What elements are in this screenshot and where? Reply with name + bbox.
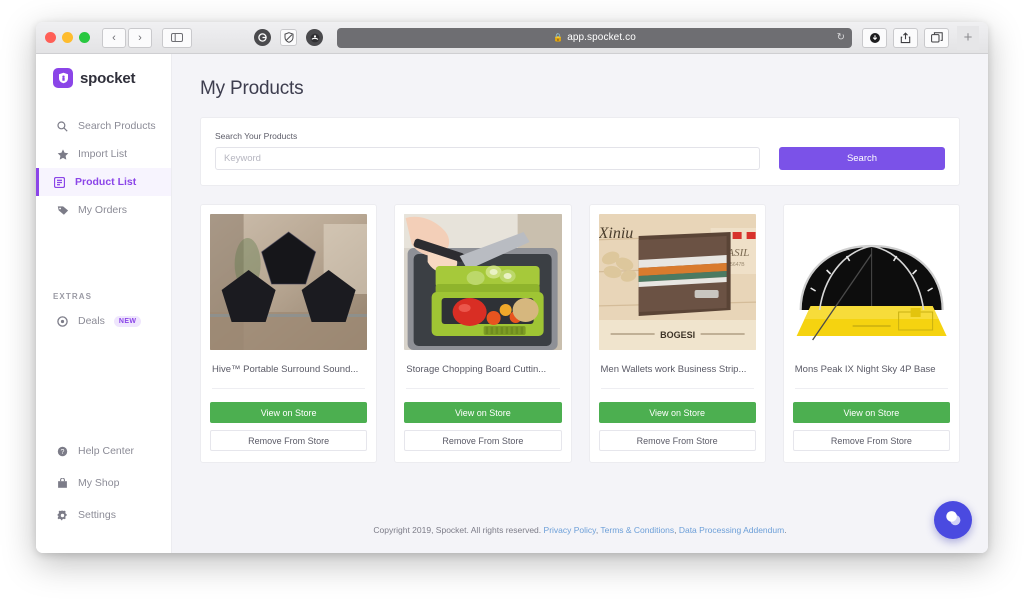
sidebar-item-label: Help Center	[78, 445, 135, 457]
address-bar[interactable]: 🔒 app.spocket.co ↻	[337, 27, 852, 48]
toolbar-right-icons: +	[862, 25, 979, 50]
view-on-store-button[interactable]: View on Store	[792, 402, 950, 423]
window-controls	[45, 32, 90, 43]
search-row: Search	[215, 147, 945, 170]
spocket-logo-icon	[53, 68, 73, 88]
sidebar-item-label: Import List	[78, 148, 128, 160]
url-text-group: 🔒 app.spocket.co	[553, 32, 636, 43]
list-icon	[53, 176, 66, 188]
navigation-buttons: ‹ ›	[102, 27, 152, 48]
view-on-store-button[interactable]: View on Store	[404, 402, 562, 423]
browser-window: ‹ › 🔒 app.spocket.co ↻ + spocket Search …	[36, 22, 988, 553]
sidebar-nav: Search Products Import List Product List	[36, 112, 171, 224]
maximize-window-button[interactable]	[79, 32, 90, 43]
product-card[interactable]: Hive™ Portable Surround Sound... View on…	[200, 204, 378, 463]
star-icon	[56, 148, 69, 160]
lock-icon: 🔒	[553, 33, 564, 42]
share-icon[interactable]	[893, 27, 918, 48]
product-grid: Hive™ Portable Surround Sound... View on…	[200, 204, 960, 463]
footer-period: .	[784, 525, 787, 535]
sidebar: spocket Search Products Import List Prod…	[36, 54, 172, 553]
sidebar-bottom-nav: ? Help Center My Shop Settings	[36, 437, 171, 553]
sidebar-item-help-center[interactable]: ? Help Center	[36, 437, 171, 465]
remove-from-store-button[interactable]: Remove From Store	[404, 430, 562, 451]
product-image-brown-striped-wallet: RASIL B 75647B Xiniu BOGESI	[598, 214, 756, 350]
main-content: My Products Search Your Products Search	[172, 54, 988, 553]
gear-icon	[56, 510, 69, 521]
brand-name: spocket	[80, 69, 136, 87]
svg-text:?: ?	[61, 449, 65, 456]
product-image-green-chopping-board-sink	[404, 214, 562, 350]
svg-text:Xiniu: Xiniu	[599, 225, 633, 242]
back-icon[interactable]: ‹	[102, 27, 126, 48]
search-panel: Search Your Products Search	[200, 117, 960, 186]
product-title: Storage Chopping Board Cuttin...	[406, 364, 560, 389]
chat-widget-button[interactable]	[934, 501, 972, 539]
data-processing-addendum-link[interactable]: Data Processing Addendum	[679, 525, 784, 535]
svg-text:BOGESI: BOGESI	[660, 330, 695, 340]
forward-icon[interactable]: ›	[128, 27, 152, 48]
tag-icon	[56, 205, 69, 216]
product-title: Hive™ Portable Surround Sound...	[212, 364, 366, 389]
deals-icon	[56, 315, 69, 327]
page-title: My Products	[200, 78, 304, 99]
remove-from-store-button[interactable]: Remove From Store	[210, 430, 368, 451]
product-title: Men Wallets work Business Strip...	[600, 364, 754, 389]
help-circle-icon: ?	[56, 446, 69, 457]
chat-bubbles-icon	[943, 508, 963, 533]
shield-privacy-icon[interactable]	[280, 29, 297, 46]
product-title: Mons Peak IX Night Sky 4P Base	[794, 364, 948, 389]
sidebar-item-label: My Orders	[78, 204, 128, 216]
extension-dark-icon[interactable]	[306, 29, 323, 46]
terms-conditions-link[interactable]: Terms & Conditions	[600, 525, 674, 535]
tabs-icon[interactable]	[924, 27, 949, 48]
url-text: app.spocket.co	[567, 32, 636, 43]
reload-icon[interactable]: ↻	[837, 32, 845, 43]
sidebar-item-label: Search Products	[78, 120, 156, 132]
sidebar-item-label: Deals	[78, 315, 105, 327]
search-input[interactable]	[215, 147, 760, 170]
downloads-icon[interactable]	[862, 27, 887, 48]
copyright-text: Copyright 2019, Spocket. All rights rese…	[373, 525, 542, 535]
brand-logo[interactable]: spocket	[36, 68, 171, 88]
view-on-store-button[interactable]: View on Store	[598, 402, 756, 423]
sidebar-item-label: Settings	[78, 509, 116, 521]
sidebar-item-deals[interactable]: Deals NEW	[36, 307, 171, 335]
footer: Copyright 2019, Spocket. All rights rese…	[200, 501, 960, 553]
search-label: Search Your Products	[215, 131, 298, 141]
close-window-button[interactable]	[45, 32, 56, 43]
product-image-yellow-black-dome-tent	[792, 214, 950, 350]
view-on-store-button[interactable]: View on Store	[210, 402, 368, 423]
sidebar-item-my-orders[interactable]: My Orders	[36, 196, 171, 224]
remove-from-store-button[interactable]: Remove From Store	[598, 430, 756, 451]
grammarly-icon[interactable]	[254, 29, 271, 46]
shop-icon	[56, 477, 69, 489]
remove-from-store-button[interactable]: Remove From Store	[792, 430, 950, 451]
extension-icons	[254, 29, 323, 46]
sidebar-item-label: My Shop	[78, 477, 120, 489]
search-icon	[56, 120, 69, 132]
privacy-policy-link[interactable]: Privacy Policy	[544, 525, 596, 535]
sidebar-item-product-list[interactable]: Product List	[36, 168, 171, 196]
new-tab-icon[interactable]: +	[957, 25, 979, 50]
sidebar-item-search-products[interactable]: Search Products	[36, 112, 171, 140]
product-card[interactable]: Storage Chopping Board Cuttin... View on…	[394, 204, 572, 463]
sidebar-section-extras: EXTRAS	[53, 292, 93, 301]
sidebar-toggle-icon[interactable]	[162, 27, 192, 48]
sidebar-item-settings[interactable]: Settings	[36, 501, 171, 529]
product-card[interactable]: RASIL B 75647B Xiniu BOGESI Men Wallets …	[588, 204, 766, 463]
product-image-black-pentagon-speakers	[210, 214, 368, 350]
product-card[interactable]: Mons Peak IX Night Sky 4P Base View on S…	[782, 204, 960, 463]
minimize-window-button[interactable]	[62, 32, 73, 43]
search-button[interactable]: Search	[779, 147, 945, 170]
browser-toolbar: ‹ › 🔒 app.spocket.co ↻ +	[36, 22, 988, 54]
sidebar-item-import-list[interactable]: Import List	[36, 140, 171, 168]
status-badge: NEW	[113, 315, 142, 327]
sidebar-item-my-shop[interactable]: My Shop	[36, 469, 171, 497]
app-body: spocket Search Products Import List Prod…	[36, 54, 988, 553]
sidebar-item-label: Product List	[75, 176, 137, 188]
